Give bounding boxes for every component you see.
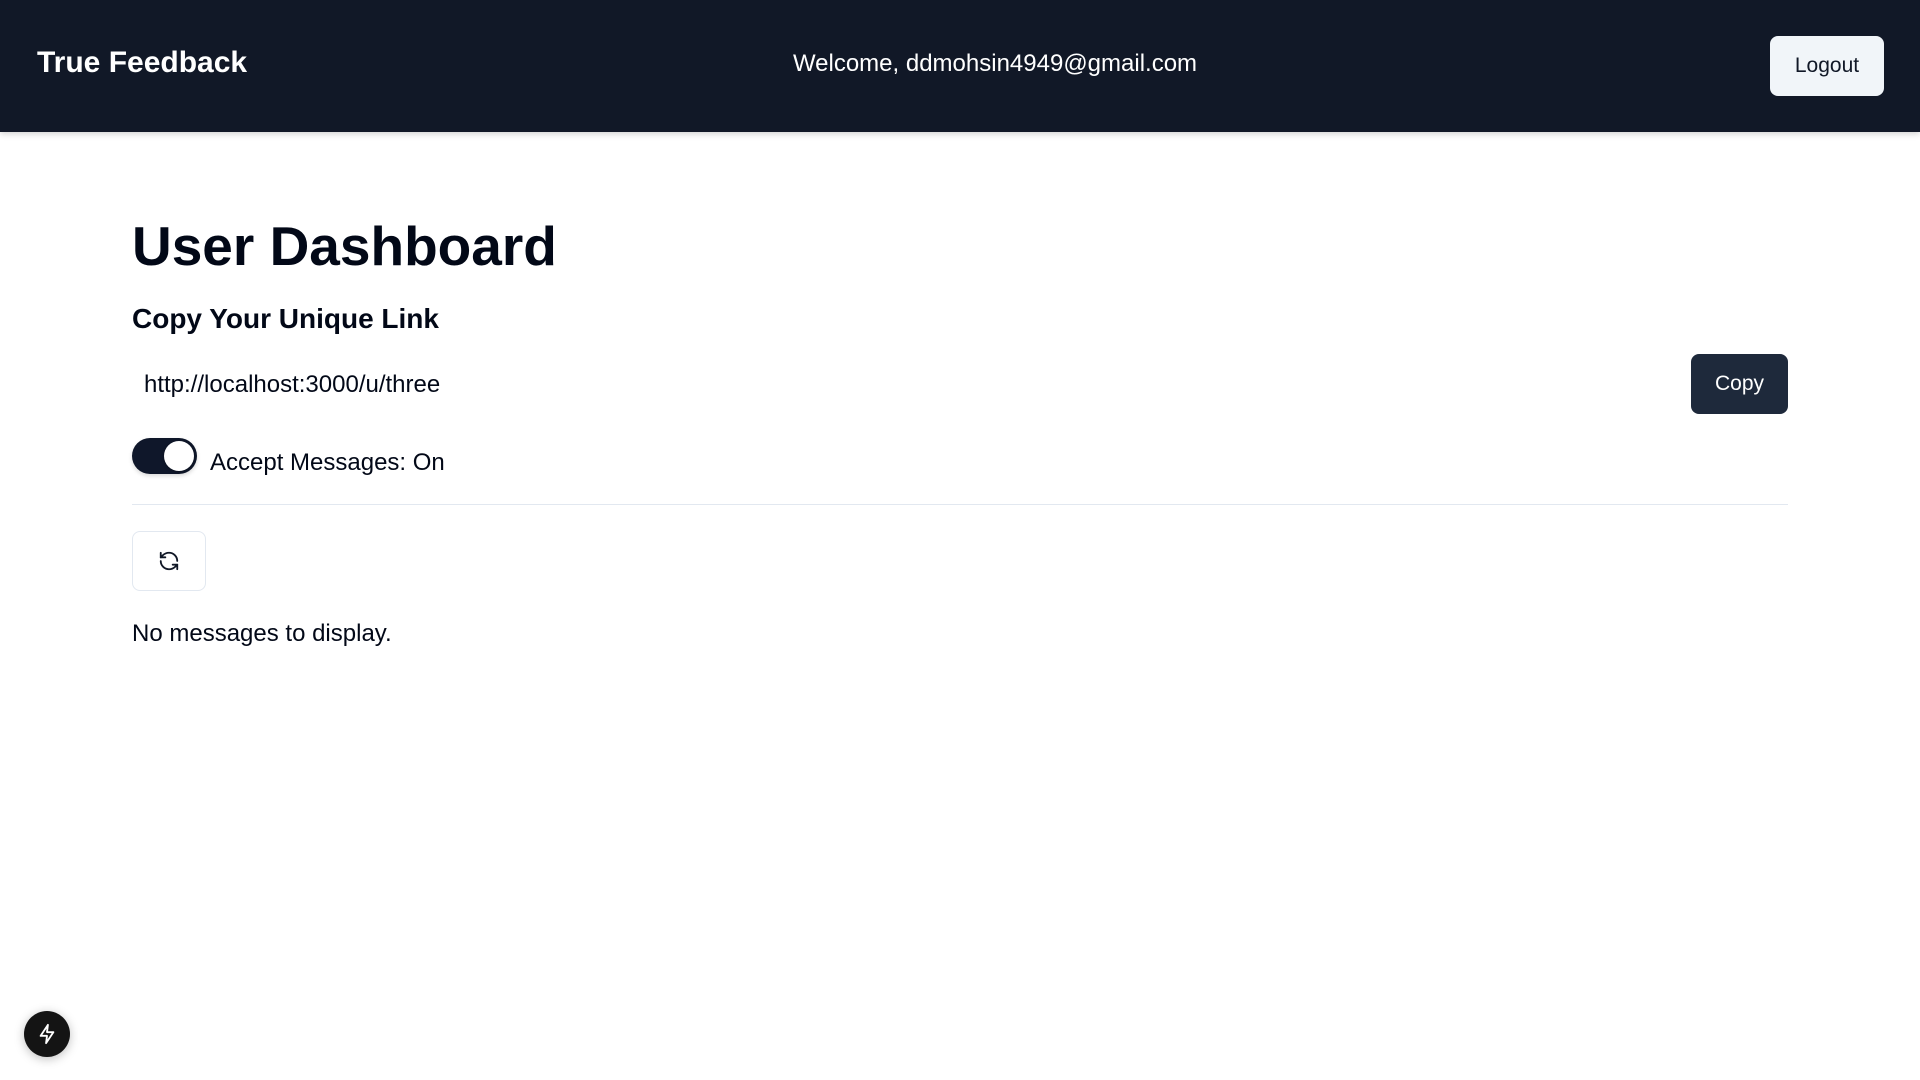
welcome-message-container: Welcome, ddmohsin4949@gmail.com <box>0 50 1920 78</box>
accept-messages-toggle[interactable] <box>132 438 197 474</box>
brand-name[interactable]: True Feedback <box>37 46 247 80</box>
empty-messages-text: No messages to display. <box>132 620 392 647</box>
accept-messages-label: Accept Messages: On <box>210 449 445 476</box>
lightning-icon <box>39 1023 55 1045</box>
welcome-message: Welcome, ddmohsin4949@gmail.com <box>792 50 1198 77</box>
top-navbar: True Feedback Welcome, ddmohsin4949@gmai… <box>0 0 1920 132</box>
unique-link-heading: Copy Your Unique Link <box>132 303 439 334</box>
dev-tools-badge[interactable] <box>24 1011 70 1057</box>
toggle-thumb <box>164 441 194 471</box>
refresh-messages-button[interactable] <box>132 531 206 591</box>
copy-link-button[interactable]: Copy <box>1691 354 1788 414</box>
refresh-icon <box>159 551 179 571</box>
logout-button[interactable]: Logout <box>1770 36 1884 96</box>
unique-link-input[interactable] <box>132 358 1672 412</box>
page-title: User Dashboard <box>132 215 557 277</box>
section-divider <box>132 504 1788 505</box>
